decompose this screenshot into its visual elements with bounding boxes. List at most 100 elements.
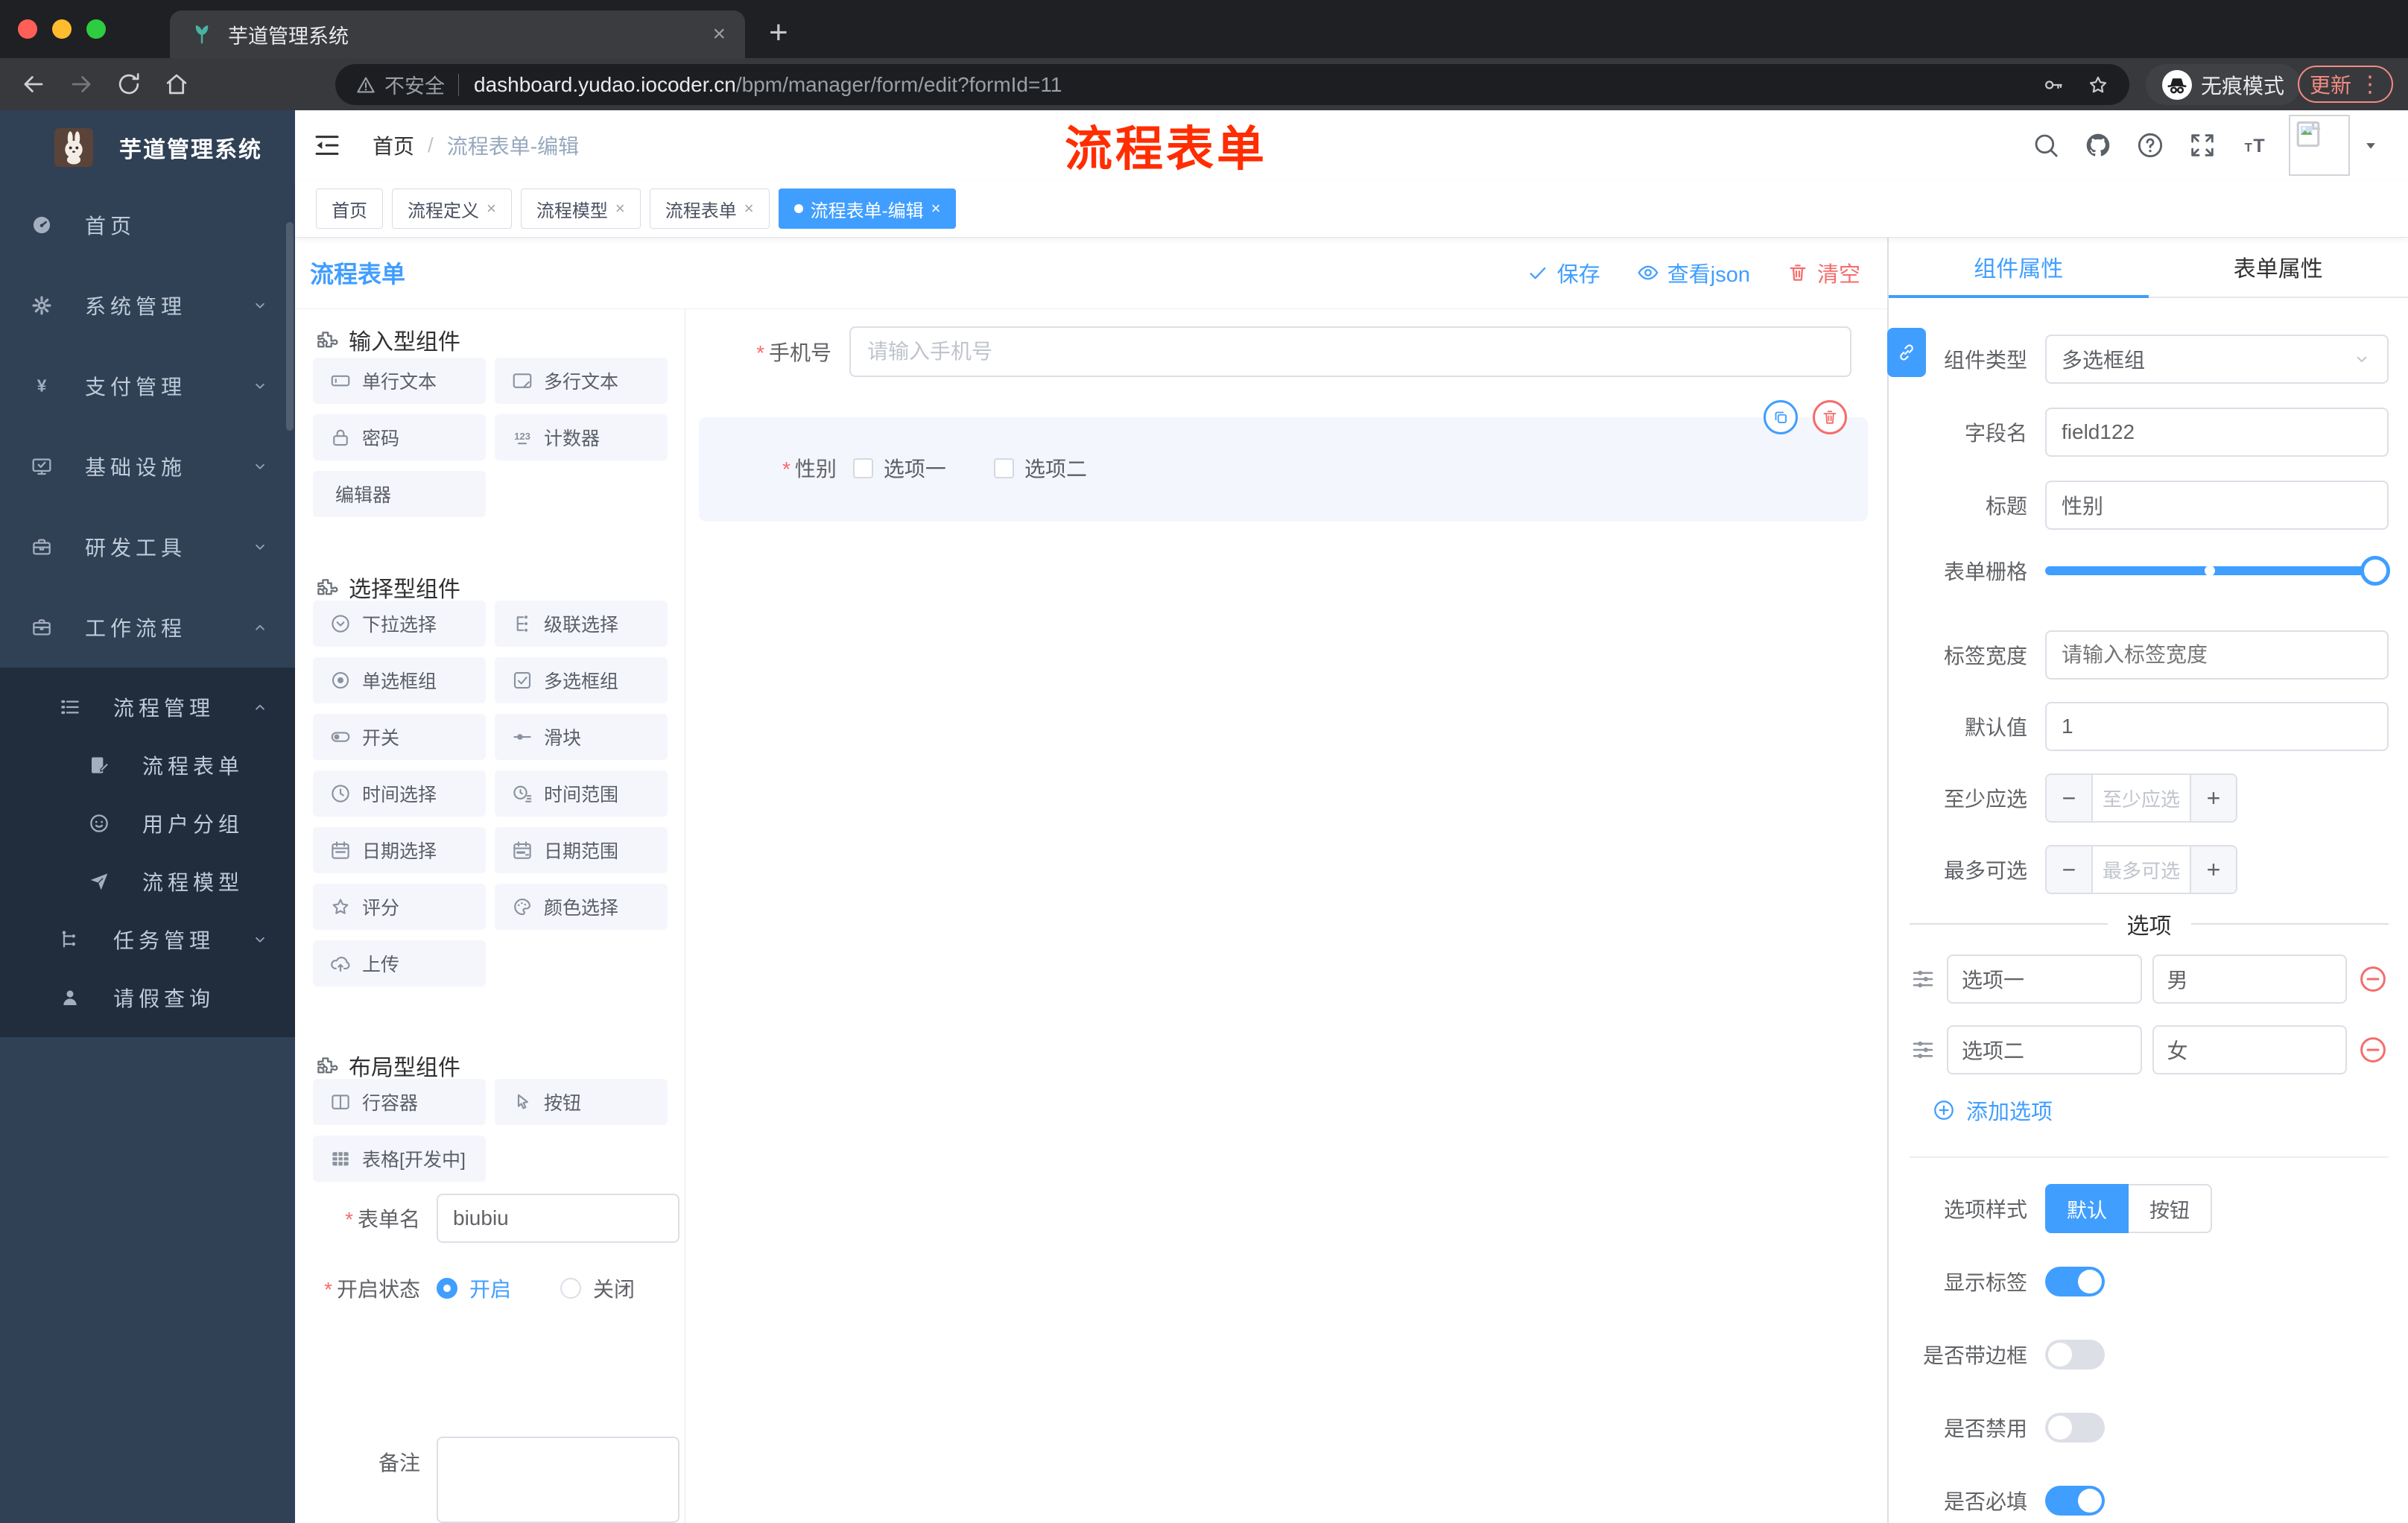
- browser-tab[interactable]: 芋道管理系统 ×: [170, 10, 745, 58]
- view-tab-流程模型[interactable]: 流程模型 ×: [520, 189, 641, 229]
- sidebar-item-流程表单[interactable]: 流程表单: [0, 736, 295, 794]
- min-select-placeholder[interactable]: 至少应选: [2093, 775, 2190, 821]
- component-chip-滑块[interactable]: 滑块: [495, 714, 668, 760]
- sidebar-item-基础设施[interactable]: 基础设施: [0, 426, 295, 507]
- view-tab-流程表单[interactable]: 流程表单 ×: [649, 189, 770, 229]
- github-icon[interactable]: [2083, 130, 2113, 160]
- radio-off-icon[interactable]: [560, 1278, 582, 1299]
- slider-track[interactable]: [2045, 566, 2389, 575]
- checkbox-icon[interactable]: [993, 457, 1014, 478]
- form-remark-textarea[interactable]: [437, 1437, 679, 1523]
- status-on-radio[interactable]: 开启: [437, 1273, 511, 1303]
- avatar-caret-down-icon[interactable]: [2360, 135, 2381, 156]
- form-name-input[interactable]: [437, 1194, 679, 1243]
- component-chip-日期范围[interactable]: 日期范围: [495, 827, 668, 873]
- close-tab-icon[interactable]: ×: [487, 199, 496, 218]
- component-chip-颜色选择[interactable]: 颜色选择: [495, 884, 668, 930]
- option-value-input[interactable]: [2152, 1025, 2347, 1074]
- title-input[interactable]: [2045, 481, 2389, 530]
- style-button-button[interactable]: 按钮: [2129, 1184, 2212, 1233]
- sidebar-item-流程模型[interactable]: 流程模型: [0, 852, 295, 911]
- checkbox-option-选项二[interactable]: 选项二: [993, 453, 1087, 483]
- component-chip-时间选择[interactable]: 时间选择: [313, 770, 486, 817]
- clear-button[interactable]: 清空: [1786, 257, 1860, 288]
- component-chip-评分[interactable]: 评分: [313, 884, 486, 930]
- help-icon[interactable]: [2135, 130, 2165, 160]
- avatar[interactable]: [2289, 115, 2350, 176]
- maximize-window-button[interactable]: [86, 19, 106, 39]
- phone-field-row[interactable]: * 手机号: [685, 326, 1851, 377]
- search-icon[interactable]: [2031, 130, 2061, 160]
- slider-handle[interactable]: [2360, 556, 2390, 586]
- form-grid-slider[interactable]: [2045, 556, 2390, 586]
- fullscreen-icon[interactable]: [2187, 130, 2217, 160]
- view-tab-流程定义[interactable]: 流程定义 ×: [392, 189, 512, 229]
- field-link-button[interactable]: [1887, 328, 1926, 377]
- view-tab-流程表单-编辑[interactable]: 流程表单-编辑 ×: [778, 189, 957, 229]
- font-size-icon[interactable]: TT: [2240, 130, 2269, 160]
- option-label-input[interactable]: [1947, 954, 2142, 1004]
- home-icon[interactable]: [162, 70, 191, 98]
- close-window-button[interactable]: [18, 19, 37, 39]
- component-chip-按钮[interactable]: 按钮: [495, 1079, 668, 1125]
- close-tab-icon[interactable]: ×: [744, 199, 754, 218]
- close-tab-icon[interactable]: ×: [615, 199, 625, 218]
- add-option-button[interactable]: 添加选项: [1932, 1095, 2053, 1125]
- component-chip-密码[interactable]: 密码: [313, 414, 486, 460]
- checkbox-icon[interactable]: [852, 457, 873, 478]
- reload-icon[interactable]: [115, 70, 143, 98]
- tab-close-icon[interactable]: ×: [712, 22, 726, 47]
- component-chip-表格[开发中][interactable]: 表格[开发中]: [313, 1136, 486, 1182]
- component-chip-时间范围[interactable]: 时间范围: [495, 770, 668, 817]
- checkbox-option-选项一[interactable]: 选项一: [852, 453, 946, 483]
- window-controls[interactable]: [18, 19, 106, 39]
- stepper-minus-button[interactable]: −: [2047, 775, 2093, 821]
- remove-option-icon[interactable]: [2357, 963, 2389, 995]
- delete-component-button[interactable]: [1813, 400, 1847, 434]
- minimize-window-button[interactable]: [52, 19, 72, 39]
- radio-on-icon[interactable]: [437, 1278, 457, 1299]
- component-chip-下拉选择[interactable]: 下拉选择: [313, 601, 486, 647]
- toggle-switch-显示标签[interactable]: [2045, 1267, 2105, 1296]
- view-json-button[interactable]: 查看json: [1636, 257, 1750, 288]
- stepper-minus-button[interactable]: −: [2047, 846, 2093, 893]
- address-bar[interactable]: 不安全 dashboard.yudao.iocoder.cn /bpm/mana…: [335, 64, 2129, 105]
- component-chip-多选框组[interactable]: 多选框组: [495, 657, 668, 703]
- component-chip-日期选择[interactable]: 日期选择: [313, 827, 486, 873]
- drag-handle-icon[interactable]: [1910, 966, 1936, 992]
- component-chip-上传[interactable]: 上传: [313, 940, 486, 987]
- component-chip-计数器[interactable]: 123 计数器: [495, 414, 668, 460]
- component-chip-开关[interactable]: 开关: [313, 714, 486, 760]
- stepper-plus-button[interactable]: +: [2190, 846, 2236, 893]
- view-tab-首页[interactable]: 首页: [316, 189, 383, 229]
- component-chip-单行文本[interactable]: 单行文本: [313, 358, 486, 404]
- sidebar-item-首页[interactable]: 首页: [0, 185, 295, 265]
- component-chip-级联选择[interactable]: 级联选择: [495, 601, 668, 647]
- component-chip-多行文本[interactable]: 多行文本: [495, 358, 668, 404]
- toggle-switch-是否必填[interactable]: [2045, 1486, 2105, 1516]
- form-canvas[interactable]: *手机号 *性别 选项一选项二: [685, 309, 1887, 1523]
- sidebar-item-支付管理[interactable]: ¥ 支付管理: [0, 346, 295, 426]
- collapse-sidebar-icon[interactable]: [311, 130, 343, 161]
- browser-update-button[interactable]: 更新 ⋮: [2298, 66, 2393, 103]
- browser-menu-icon[interactable]: ⋮: [2359, 72, 2381, 98]
- component-chip-编辑器[interactable]: 编辑器: [313, 471, 486, 517]
- toggle-switch-是否带边框[interactable]: [2045, 1340, 2105, 1370]
- sidebar-scrollbar[interactable]: [286, 222, 294, 431]
- component-chip-行容器[interactable]: 行容器: [313, 1079, 486, 1125]
- drag-handle-icon[interactable]: [1910, 1036, 1936, 1063]
- style-default-button[interactable]: 默认: [2045, 1184, 2129, 1233]
- selected-component-block[interactable]: * 性别 选项一 选项二: [699, 400, 1868, 522]
- close-tab-icon[interactable]: ×: [931, 199, 941, 218]
- sidebar-item-请假查询[interactable]: 请假查询: [0, 969, 295, 1027]
- save-button[interactable]: 保存: [1526, 257, 1600, 288]
- stepper-plus-button[interactable]: +: [2190, 775, 2236, 821]
- field-name-input[interactable]: [2045, 408, 2389, 457]
- sidebar-item-研发工具[interactable]: 研发工具: [0, 507, 295, 587]
- forward-icon[interactable]: [67, 70, 95, 98]
- tab-form-props[interactable]: 表单属性: [2149, 237, 2408, 297]
- copy-component-button[interactable]: [1764, 400, 1798, 434]
- sidebar-item-任务管理[interactable]: 任务管理: [0, 911, 295, 969]
- sidebar-item-用户分组[interactable]: 用户分组: [0, 794, 295, 852]
- sidebar-item-系统管理[interactable]: 系统管理: [0, 265, 295, 346]
